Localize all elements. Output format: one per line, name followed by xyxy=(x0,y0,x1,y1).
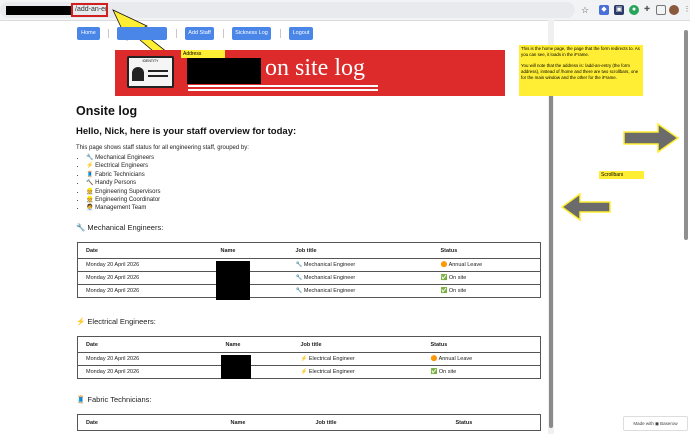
section-heading-mechanical: 🔧 Mechanical Engineers: xyxy=(76,223,164,232)
greeting-heading: Hello, Nick, here is your staff overview… xyxy=(76,126,297,137)
column-header: Status xyxy=(432,242,541,259)
note-paragraph: You will note that the address is: /add-… xyxy=(521,63,639,80)
banner-underline xyxy=(188,85,378,87)
table-header-row: Date Name Job title Status xyxy=(77,242,541,259)
redacted-names xyxy=(221,355,251,379)
nav-logout-button[interactable]: Logout xyxy=(289,27,313,40)
split-icon[interactable] xyxy=(656,5,666,15)
nav-add-staff-button[interactable]: Add Staff xyxy=(185,27,214,40)
nav-sickness-log-button[interactable]: Sickness Log xyxy=(232,27,271,40)
date-cell: Monday 20 April 2026 xyxy=(77,258,213,272)
table-header-row: Date Name Job title Status xyxy=(77,336,541,353)
url-text[interactable]: /add-an-entry xyxy=(71,3,108,17)
id-badge-icon: IDENTITY xyxy=(127,56,174,88)
date-cell: Monday 20 April 2026 xyxy=(77,271,213,285)
column-header: Job title xyxy=(307,414,448,431)
redacted-url-prefix xyxy=(6,6,72,15)
baserow-badge[interactable]: Made with ◼ Baserow xyxy=(623,416,688,431)
profile-icon[interactable]: ▣ xyxy=(614,5,624,15)
job-cell: ⚡ Electrical Engineer xyxy=(292,352,423,366)
table-row: Monday 20 April 2026 🔧 Mechanical Engine… xyxy=(77,258,541,272)
nav-home-button[interactable]: Home xyxy=(77,27,100,40)
arrow-left-annotation xyxy=(560,192,611,222)
electrical-table: Date Name Job title Status Monday 20 Apr… xyxy=(77,336,541,379)
section-heading-electrical: ⚡ Electrical Engineers: xyxy=(76,317,156,326)
date-cell: Monday 20 April 2026 xyxy=(77,365,218,379)
window-scrollbar-thumb[interactable] xyxy=(684,30,688,240)
list-item: 🧑‍💼 Management Team xyxy=(86,204,161,212)
status-cell: 🟠 Annual Leave xyxy=(432,258,541,272)
table-header-row: Date Name Job title Status xyxy=(77,414,541,431)
status-cell: 🟠 Annual Leave xyxy=(422,352,541,366)
date-cell: Monday 20 April 2026 xyxy=(77,284,213,298)
mechanical-table: Date Name Job title Status Monday 20 Apr… xyxy=(77,242,541,298)
badge-label: IDENTITY xyxy=(142,59,159,63)
nav-separator xyxy=(108,29,109,38)
note-paragraph: This is the home page, the page that the… xyxy=(521,46,640,57)
fabric-table: Date Name Job title Status xyxy=(77,414,541,431)
column-header: Status xyxy=(422,336,541,353)
column-header: Date xyxy=(77,336,218,353)
column-header: Date xyxy=(77,414,223,431)
intro-text: This page shows staff status for all eng… xyxy=(76,145,249,151)
list-item: 👷 Engineering Supervisors xyxy=(86,188,161,196)
avatar-icon[interactable] xyxy=(669,5,679,15)
list-item: ⚡ Electrical Engineers xyxy=(86,162,161,170)
nav-add-entry-button[interactable]: Add an entry xyxy=(117,27,167,40)
status-cell: ✅ On site xyxy=(432,284,541,298)
job-cell: 🔧 Mechanical Engineer xyxy=(287,258,433,272)
puzzle-icon[interactable]: ✚ xyxy=(642,5,652,15)
nav-separator xyxy=(280,29,281,38)
table-row: Monday 20 April 2026 🔧 Mechanical Engine… xyxy=(77,284,541,298)
status-cell: ✅ On site xyxy=(432,271,541,285)
extension-icon-2[interactable]: ● xyxy=(629,5,639,15)
column-header: Status xyxy=(447,414,541,431)
status-cell: ✅ On site xyxy=(422,365,541,379)
list-item: 🔧 Mechanical Engineers xyxy=(86,154,161,162)
list-item: 🧵 Fabric Technicians xyxy=(86,171,161,179)
banner-title: on site log xyxy=(265,55,365,81)
explanation-note: This is the home page, the page that the… xyxy=(519,45,643,96)
nav-separator xyxy=(223,29,224,38)
address-note: Address xyxy=(181,50,225,58)
redacted-site-name xyxy=(187,58,261,84)
table-row: Monday 20 April 2026 ⚡ Electrical Engine… xyxy=(77,365,541,379)
nav-separator xyxy=(176,29,177,38)
page-title: Onsite log xyxy=(76,104,138,118)
section-heading-fabric: 🧵 Fabric Technicians: xyxy=(76,395,152,404)
date-cell: Monday 20 April 2026 xyxy=(77,352,218,366)
group-list: 🔧 Mechanical Engineers ⚡ Electrical Engi… xyxy=(76,154,161,213)
job-cell: 🔧 Mechanical Engineer xyxy=(287,271,433,285)
arrow-right-annotation xyxy=(623,122,680,154)
list-item: 👷 Engineering Coordinator xyxy=(86,196,161,204)
job-cell: 🔧 Mechanical Engineer xyxy=(287,284,433,298)
star-icon[interactable]: ☆ xyxy=(580,5,590,15)
column-header: Date xyxy=(77,242,213,259)
iframe-scrollbar-thumb[interactable] xyxy=(549,54,553,428)
column-header: Job title xyxy=(287,242,433,259)
table-row: Monday 20 April 2026 🔧 Mechanical Engine… xyxy=(77,271,541,285)
redacted-names xyxy=(216,261,250,300)
column-header: Name xyxy=(222,414,308,431)
table-row: Monday 20 April 2026 ⚡ Electrical Engine… xyxy=(77,352,541,366)
banner-underline xyxy=(188,89,378,91)
scrollbars-note: Scrollbars xyxy=(599,171,644,179)
column-header: Job title xyxy=(292,336,423,353)
menu-icon[interactable]: ⋮ xyxy=(682,5,690,15)
column-header: Name xyxy=(212,242,288,259)
extension-icon[interactable]: ◆ xyxy=(599,5,609,15)
column-header: Name xyxy=(217,336,293,353)
job-cell: ⚡ Electrical Engineer xyxy=(292,365,423,379)
list-item: 🔨 Handy Persons xyxy=(86,179,161,187)
